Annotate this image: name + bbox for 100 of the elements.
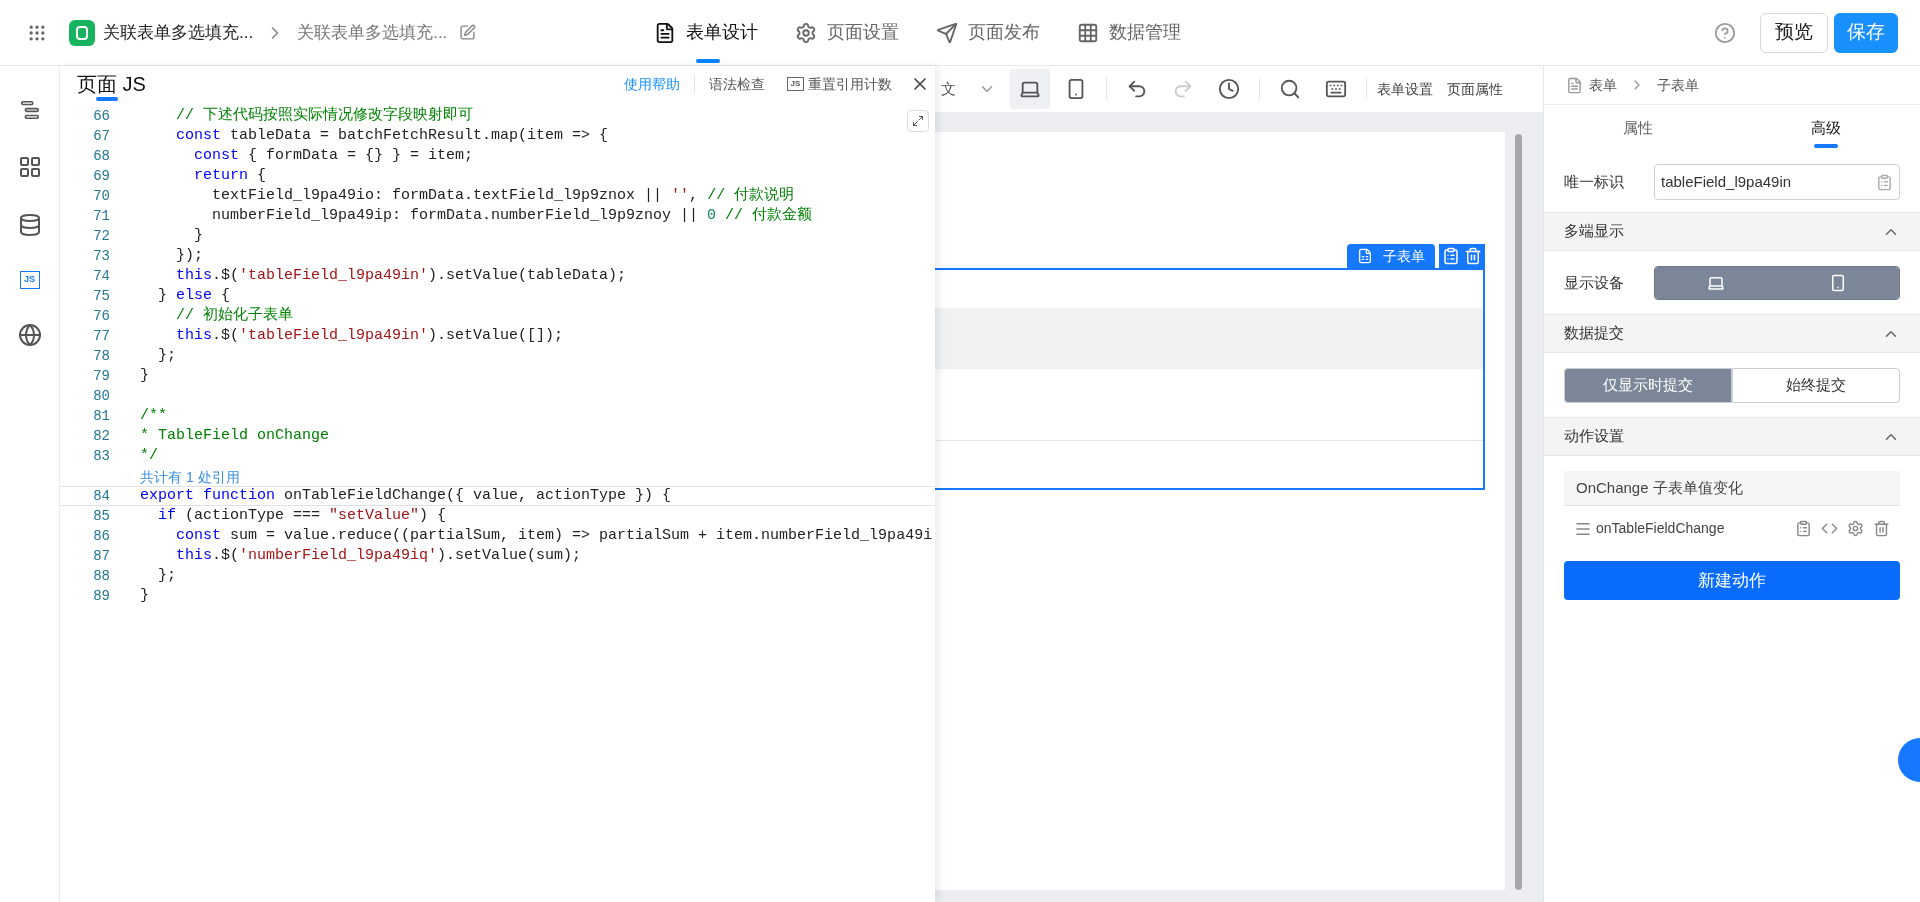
code-line: } else { [157, 286, 231, 306]
desktop-toggle[interactable] [1655, 267, 1777, 299]
field-label: 唯一标识 [1564, 171, 1625, 192]
line-number: 73 [92, 247, 110, 266]
nav-tab[interactable]: 页面发布 [936, 0, 1041, 65]
settings-icon [795, 21, 818, 44]
line-number: 89 [92, 587, 110, 606]
line-number: 86 [92, 527, 110, 546]
code-line: export function onTableFieldChange({ value, actionType }) { [140, 486, 672, 506]
code-line: return { [193, 166, 267, 186]
breadcrumb-item[interactable]: 表单 [1589, 74, 1617, 96]
line-number: 70 [92, 187, 110, 206]
code-line: numberField_l9pa49ip: formData.numberField_l9p9znoy || 0 // 付款金额 [211, 206, 813, 226]
line-number: 77 [92, 327, 110, 346]
code-line: this.$('tableField_l9pa49in').setValue([]); [175, 326, 564, 346]
edit-icon[interactable] [459, 24, 477, 41]
form-settings-link[interactable]: 表单设置 [1377, 78, 1433, 100]
line-number: 72 [92, 227, 110, 246]
code-line: } [193, 226, 203, 246]
outline-icon[interactable] [18, 99, 41, 121]
line-number: 88 [92, 567, 110, 586]
page-title[interactable]: 关联表单多选填充... [297, 19, 448, 46]
code-line: this.$('tableField_l9pa49in').setValue(tableData); [175, 266, 627, 286]
id-field[interactable]: tableField_l9pa49in [1654, 164, 1900, 200]
code-line: } [140, 586, 149, 606]
line-number: 83 [92, 447, 110, 466]
globe-icon[interactable] [17, 323, 42, 347]
delete-icon[interactable] [1873, 520, 1890, 537]
line-number: 84 [92, 487, 110, 506]
nav-tab[interactable]: 页面设置 [795, 0, 900, 65]
scrollbar[interactable] [1515, 134, 1522, 890]
code-line: // 下述代码按照实际情况修改字段映射即可 [175, 106, 473, 126]
code-line: textField_l9pa49io: formData.textField_l9p9znox || '', // 付款说明 [211, 186, 795, 206]
new-action-button[interactable]: 新建动作 [1564, 561, 1900, 600]
line-number: 87 [92, 547, 110, 566]
line-number: 66 [92, 107, 110, 126]
page-properties-link[interactable]: 页面属性 [1447, 78, 1503, 100]
line-number: 85 [92, 507, 110, 526]
event-title: OnChange 子表单值变化 [1576, 477, 1743, 498]
line-number: 75 [92, 287, 110, 306]
copy-icon[interactable] [1876, 173, 1893, 191]
section-title: 多端显示 [1564, 221, 1624, 242]
app-logo-icon [69, 19, 95, 46]
desktop-view-icon[interactable] [1010, 69, 1050, 109]
js-icon[interactable]: JS [19, 271, 40, 289]
code-line: const tableData = batchFetchResult.map(item => { [175, 126, 609, 146]
line-number: 71 [92, 207, 110, 226]
reset-references-button[interactable]: JS 重置引用计数 [787, 73, 892, 95]
delete-icon[interactable] [1464, 247, 1482, 265]
code-line: const { formData = {} } = item; [193, 146, 474, 166]
submit-mode-option[interactable]: 仅显示时提交 [1564, 368, 1732, 403]
component-label[interactable]: 子表单 [1347, 244, 1435, 268]
syntax-check-button[interactable]: 语法检查 [709, 73, 765, 95]
app-title[interactable]: 关联表单多选填充... [103, 19, 254, 46]
send-icon [936, 21, 959, 44]
code-line: } [140, 366, 149, 386]
settings-icon[interactable] [1847, 520, 1864, 537]
nav-tab[interactable]: 数据管理 [1077, 0, 1182, 65]
subform-icon [1357, 248, 1373, 264]
phone-icon [1829, 274, 1847, 292]
line-number: 68 [92, 147, 110, 166]
line-number: 80 [92, 387, 110, 406]
reference-count-link[interactable]: 共计有 1 处引用 [140, 468, 240, 486]
code-line: */ [140, 446, 158, 466]
line-number: 74 [92, 267, 110, 286]
section-title: 动作设置 [1564, 426, 1624, 447]
grid-icon [1077, 21, 1100, 44]
subform-selection[interactable] [935, 268, 1485, 490]
js-icon: JS [787, 77, 804, 91]
code-line: // 初始化子表单 [175, 306, 293, 326]
code-line: * TableField onChange [140, 426, 330, 446]
inspector-tab[interactable]: 属性 [1544, 105, 1732, 152]
section-title: 数据提交 [1564, 323, 1624, 344]
line-number: 78 [92, 347, 110, 366]
preview-button[interactable]: 预览 [1760, 12, 1828, 53]
code-line: this.$('numberField_l9pa49iq').setValue(sum); [175, 546, 582, 566]
code-line: /** [140, 406, 167, 426]
help-icon[interactable] [1714, 21, 1736, 44]
line-number: 79 [92, 367, 110, 386]
breadcrumb-item[interactable]: 子表单 [1657, 74, 1699, 96]
components-icon[interactable] [17, 155, 42, 179]
submit-mode-option[interactable]: 始终提交 [1732, 368, 1900, 403]
nav-tab[interactable]: 表单设计 [654, 0, 759, 65]
code-line: }); [175, 246, 203, 266]
action-name[interactable]: onTableFieldChange [1596, 518, 1725, 539]
field-label: 显示设备 [1564, 272, 1625, 293]
code-line: const sum = value.reduce((partialSum, item) => partialSum + item.numberField_l9pa49i [175, 526, 933, 546]
code-line: }; [157, 566, 176, 586]
copy-icon[interactable] [1795, 520, 1812, 537]
inspector-tab[interactable]: 高级 [1732, 105, 1920, 152]
code-line: if (actionType === "setValue") { [157, 506, 447, 526]
line-number: 76 [92, 307, 110, 326]
language-label[interactable]: 文 [941, 77, 956, 101]
code-line: }; [157, 346, 176, 366]
mobile-toggle[interactable] [1777, 267, 1899, 299]
expand-icon[interactable] [907, 110, 929, 132]
line-number: 81 [92, 407, 110, 426]
line-number: 69 [92, 167, 110, 186]
copy-icon[interactable] [1442, 247, 1460, 265]
database-icon[interactable] [17, 213, 42, 237]
